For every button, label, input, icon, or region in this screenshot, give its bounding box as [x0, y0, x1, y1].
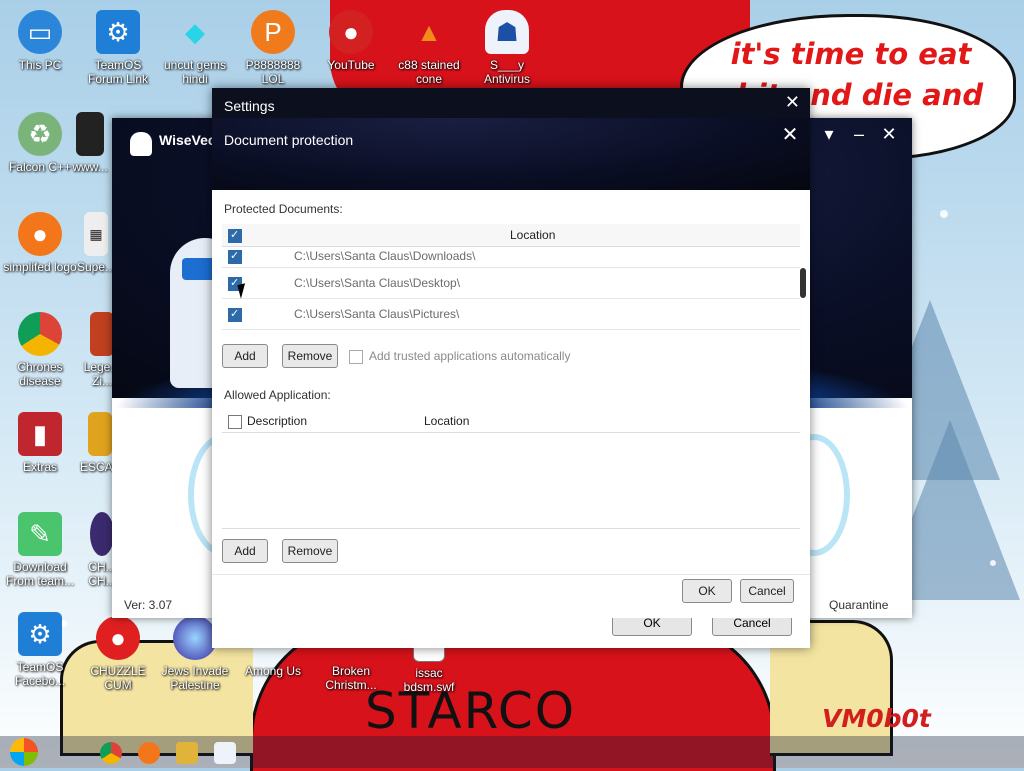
- add-protected-button[interactable]: Add: [222, 344, 268, 368]
- pixel-icon: ▦: [84, 212, 108, 256]
- snowflake: [940, 210, 948, 218]
- snowflake: [990, 560, 996, 566]
- row-location: C:\Users\Santa Claus\Downloads\: [294, 249, 476, 263]
- footer-divider: [212, 574, 810, 575]
- start-button[interactable]: [10, 738, 38, 766]
- allowed-application-label: Allowed Application:: [224, 388, 331, 402]
- orb-icon: [173, 616, 217, 660]
- desktop-icon-chrome[interactable]: Chrones disease: [0, 312, 80, 388]
- row-checkbox[interactable]: [228, 249, 242, 264]
- mario-icon: [90, 312, 114, 356]
- monitor-icon: ▭: [18, 10, 62, 54]
- scrollbar-thumb[interactable]: [800, 268, 806, 298]
- desktop-icon-teamos-forum[interactable]: ⚙ TeamOS Forum Link: [78, 10, 158, 86]
- wisevector-logo-icon: [130, 132, 152, 156]
- desktop-icon-this-pc[interactable]: ▭ This PC: [0, 10, 80, 72]
- gear-icon: ⚙: [18, 612, 62, 656]
- desktop-icon-falcon[interactable]: ♻ Falcon C++: [0, 112, 80, 174]
- document-protection-dialog: Document protection ✕ Protected Document…: [212, 118, 810, 618]
- quarantine-link[interactable]: Quarantine: [829, 598, 888, 612]
- settings-close-icon[interactable]: ✕: [785, 92, 800, 113]
- close-icon[interactable]: ✕: [876, 124, 902, 145]
- dark-icon: [76, 112, 104, 156]
- settings-titlebar: [212, 88, 810, 122]
- dialog-header: [212, 118, 810, 190]
- table-header: Location: [222, 224, 800, 247]
- desktop-icon-youtube[interactable]: ● YouTube: [311, 10, 391, 72]
- row-location: C:\Users\Santa Claus\Pictures\: [294, 307, 460, 321]
- gem-icon: ◆: [185, 17, 205, 47]
- version-label: Ver: 3.07: [124, 598, 173, 612]
- table-header: Description Location: [222, 410, 800, 433]
- desktop-icon-c88-cone[interactable]: ▲ c88 stained cone: [389, 10, 469, 86]
- ghost-icon: ☗: [485, 10, 529, 54]
- notepad-icon: ✎: [18, 512, 62, 556]
- desktop-icon-supe[interactable]: ▦ Supe...: [76, 212, 116, 274]
- pinball-icon: P: [251, 10, 295, 54]
- desktop-icon-p8888888[interactable]: P P8888888 LOL: [233, 10, 313, 86]
- file-explorer-taskbar-icon[interactable]: [176, 742, 198, 764]
- trusted-apps-label: Add trusted applications automatically: [369, 349, 571, 363]
- location-column-header: Location: [510, 228, 556, 242]
- folder-icon: [88, 412, 112, 456]
- fuzzball-icon: ●: [96, 616, 140, 660]
- desktop-icon-teamos-facebook[interactable]: ⚙ TeamOS Facebo...: [0, 612, 80, 688]
- desktop-icon-extras[interactable]: ▮ Extras: [0, 412, 80, 474]
- desktop-icon-simplified-logo[interactable]: ● simplifed logo: [0, 212, 80, 274]
- firefox-taskbar-icon[interactable]: [138, 742, 160, 764]
- select-all-checkbox[interactable]: [228, 228, 242, 243]
- dialog-cancel-button[interactable]: Cancel: [740, 579, 794, 603]
- allowed-applications-table: Description Location: [222, 410, 800, 529]
- row-location: C:\Users\Santa Claus\Desktop\: [294, 276, 461, 290]
- taskbar: [0, 736, 1024, 768]
- gear-icon: ⚙: [96, 10, 140, 54]
- description-column-header: Description: [247, 414, 308, 428]
- orb-icon: [90, 512, 114, 556]
- desktop-icon-www[interactable]: www...: [70, 112, 110, 174]
- add-allowed-button[interactable]: Add: [222, 539, 268, 563]
- menu-icon[interactable]: ▾: [816, 124, 842, 145]
- dialog-close-icon[interactable]: ✕: [777, 122, 803, 147]
- signature: VM0b0t: [822, 704, 931, 733]
- protected-documents-table: Location C:\Users\Santa Claus\Downloads\…: [222, 224, 800, 330]
- desktop-icon-uncut-gems[interactable]: ◆ uncut gems hindi: [155, 10, 235, 86]
- desktop-icon-chuzzle[interactable]: ● CHUZZLE CUM: [78, 616, 158, 692]
- chrome-taskbar-icon[interactable]: [100, 742, 122, 764]
- table-row[interactable]: C:\Users\Santa Claus\Downloads\: [222, 247, 800, 268]
- table-row[interactable]: C:\Users\Santa Claus\Desktop\: [222, 268, 800, 299]
- settings-title: Settings: [224, 98, 275, 114]
- table-row[interactable]: C:\Users\Santa Claus\Pictures\: [222, 299, 800, 330]
- wisevector-title: WiseVec: [159, 132, 216, 148]
- remove-allowed-button[interactable]: Remove: [282, 539, 338, 563]
- trusted-apps-checkbox[interactable]: [349, 350, 363, 364]
- firefox-icon: ●: [18, 212, 62, 256]
- wisevector-taskbar-icon[interactable]: [214, 742, 236, 764]
- book-icon: ▮: [18, 412, 62, 456]
- recycle-icon: ♻: [18, 112, 62, 156]
- chrome-icon: [18, 312, 62, 356]
- desktop-icon-download[interactable]: ✎ Download From team...: [0, 512, 80, 588]
- location-column-header: Location: [424, 414, 470, 428]
- desktop-icon-antivirus[interactable]: ☗ S___y Antivirus: [467, 10, 547, 86]
- dialog-ok-button[interactable]: OK: [682, 579, 732, 603]
- minimize-icon[interactable]: –: [846, 124, 872, 145]
- select-all-checkbox[interactable]: [228, 415, 242, 429]
- dialog-title: Document protection: [224, 132, 354, 148]
- angry-bird-icon: ●: [329, 10, 373, 54]
- row-checkbox[interactable]: [228, 307, 242, 322]
- vlc-cone-icon: ▲: [416, 17, 442, 47]
- remove-protected-button[interactable]: Remove: [282, 344, 338, 368]
- protected-documents-label: Protected Documents:: [224, 202, 343, 216]
